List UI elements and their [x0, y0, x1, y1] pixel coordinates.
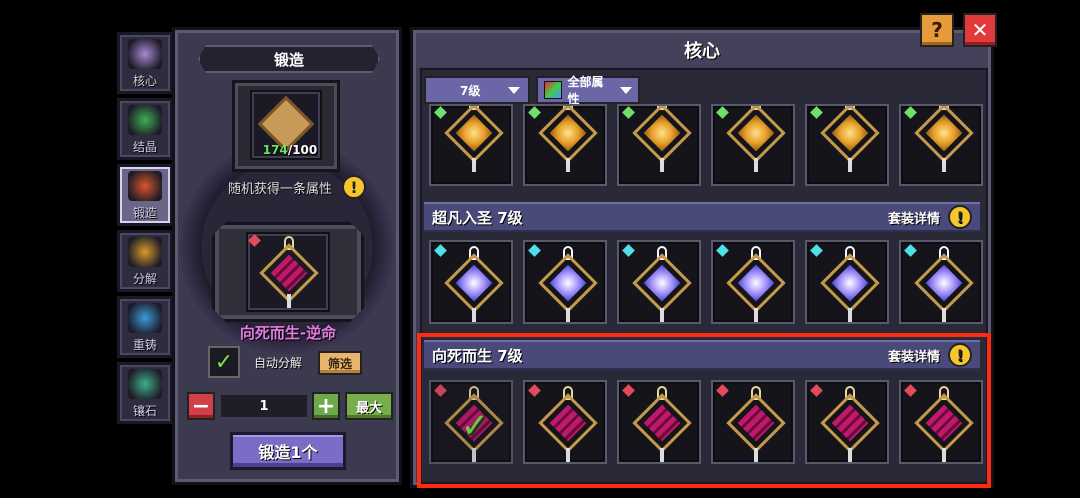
forge-button[interactable]: 锻造1个	[230, 432, 346, 470]
random-attribute-hint: 随机获得一条属性	[228, 182, 333, 197]
help-button[interactable]: ?	[920, 13, 954, 47]
core-card-blue[interactable]	[711, 240, 795, 324]
core-card-gold[interactable]	[711, 104, 795, 186]
blue-gem-icon	[904, 244, 917, 257]
gold-gem-icon	[622, 106, 635, 119]
crystal-icon	[128, 105, 162, 135]
tail-icon	[287, 294, 291, 308]
inlay-icon	[128, 369, 162, 399]
tab-anvil[interactable]: 锻造	[117, 164, 173, 226]
help-glyph: !	[350, 177, 358, 197]
core-card-blue[interactable]	[429, 240, 513, 324]
result-core-icon	[246, 232, 330, 312]
selected-set-highlight	[417, 333, 991, 488]
tab-recast[interactable]: 重铸	[117, 296, 173, 358]
set-name: 超凡入圣 7级	[432, 208, 523, 227]
core-card-blue[interactable]	[805, 240, 889, 324]
decompose-icon	[128, 237, 162, 267]
level-filter-dropdown[interactable]: 7级	[424, 76, 530, 104]
auto-decompose-checkbox[interactable]: ✓	[208, 346, 240, 378]
tail-icon	[848, 308, 852, 322]
tab-core[interactable]: 核心	[117, 32, 173, 94]
gold-gem-icon	[434, 106, 447, 119]
blue-gem-icon	[716, 244, 729, 257]
core-card-blue[interactable]	[617, 240, 701, 324]
core-card-gold[interactable]	[899, 104, 983, 186]
tail-icon	[848, 158, 852, 172]
checkmark-icon: ✓	[214, 349, 234, 375]
tail-icon	[472, 158, 476, 172]
set-detail-label: 套装详情	[887, 211, 940, 227]
pink-gem-icon	[248, 234, 261, 247]
attribute-color-icon	[544, 81, 562, 99]
forge-title: 锻造	[198, 45, 380, 73]
material-count: 174/100	[258, 143, 322, 157]
blue-gem-icon	[810, 244, 823, 257]
gold-gem-icon	[528, 106, 541, 119]
result-core-frame[interactable]	[246, 232, 330, 312]
core-card-blue[interactable]	[899, 240, 983, 324]
chevron-down-icon	[620, 86, 632, 94]
blue-gem-icon	[434, 244, 447, 257]
set-detail-link[interactable]: 套装详情 !	[888, 205, 972, 229]
blue-gem-icon	[622, 244, 635, 257]
gold-gem-icon	[904, 106, 917, 119]
tab-label: 分解	[132, 272, 157, 286]
tab-label: 锻造	[132, 206, 157, 220]
core-icon	[128, 39, 162, 69]
attribute-filter-dropdown[interactable]: 全部属性	[536, 75, 640, 106]
tail-icon	[472, 308, 476, 322]
core-card-gold[interactable]	[805, 104, 889, 186]
plus-icon: +	[316, 393, 336, 419]
blue-gem-icon	[528, 244, 541, 257]
random-hint-help-icon[interactable]: !	[342, 175, 366, 199]
level-filter-value: 7级	[460, 83, 481, 98]
core-panel-title: 核心	[416, 33, 988, 67]
set-header-chaofan: 超凡入圣 7级 套装详情 !	[424, 202, 980, 232]
filter-button[interactable]: 筛选	[318, 351, 362, 375]
tail-icon	[566, 158, 570, 172]
close-button[interactable]: ✕	[963, 13, 997, 47]
tail-icon	[754, 308, 758, 322]
tail-icon	[942, 158, 946, 172]
tab-inlay[interactable]: 镶石	[117, 362, 173, 424]
max-quantity-button[interactable]: 最大	[345, 392, 393, 420]
result-core-name: 向死而生-逆命	[239, 324, 337, 342]
tail-icon	[754, 158, 758, 172]
gold-gem-icon	[810, 106, 823, 119]
tail-icon	[660, 158, 664, 172]
core-card-blue[interactable]	[523, 240, 607, 324]
material-total: /100	[287, 143, 318, 157]
tab-crystal[interactable]: 结晶	[117, 98, 173, 160]
tail-icon	[942, 308, 946, 322]
tab-label: 核心	[132, 74, 157, 88]
core-card-gold[interactable]	[429, 104, 513, 186]
chevron-down-icon	[508, 86, 520, 94]
tab-label: 镶石	[132, 404, 157, 418]
tail-icon	[660, 308, 664, 322]
gold-gem-icon	[716, 106, 729, 119]
set-detail-help-icon: !	[948, 205, 972, 229]
attribute-filter-value: 全部属性	[567, 75, 604, 106]
help-glyph: !	[956, 207, 964, 227]
tail-icon	[566, 308, 570, 322]
quantity-field[interactable]: 1	[220, 394, 308, 418]
anvil-icon	[128, 171, 162, 201]
tab-label: 重铸	[132, 338, 157, 352]
core-card-gold[interactable]	[523, 104, 607, 186]
tab-decompose[interactable]: 分解	[117, 230, 173, 292]
auto-decompose-label: 自动分解	[254, 356, 303, 370]
tab-label: 结晶	[132, 140, 157, 154]
minus-icon: −	[191, 393, 211, 419]
core-card-gold[interactable]	[617, 104, 701, 186]
increase-quantity-button[interactable]: +	[312, 392, 340, 420]
decrease-quantity-button[interactable]: −	[187, 392, 215, 420]
recast-icon	[128, 303, 162, 333]
material-current: 174	[262, 143, 288, 157]
